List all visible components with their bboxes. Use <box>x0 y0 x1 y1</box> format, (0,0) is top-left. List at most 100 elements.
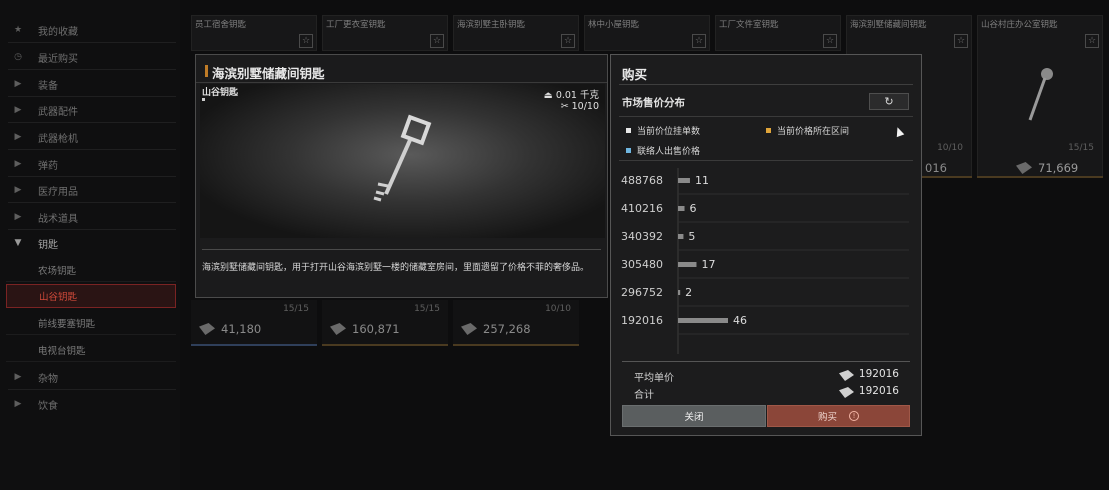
chart-data-label: 6 <box>690 202 697 215</box>
currency-icon <box>839 370 854 381</box>
chart-tick-label: 305480 <box>621 258 663 271</box>
close-button[interactable]: 关闭 <box>622 405 766 427</box>
currency-icon <box>1016 162 1032 174</box>
chevron-right-icon: ▶ <box>14 79 22 89</box>
legend-label: 当前价位挂单数 <box>637 127 701 137</box>
weight-icon: ⏏ <box>543 90 553 101</box>
buy-button-label: 购买 <box>817 412 837 423</box>
sidebar-item-misc[interactable]: ▶ 杂物 <box>8 365 176 389</box>
sidebar-item-attachments[interactable]: ▶ 武器配件 <box>8 98 176 122</box>
chart-bar <box>678 262 697 267</box>
star-icon[interactable]: ☆ <box>561 34 575 48</box>
sidebar-subitem-farm-keys[interactable]: 农场钥匙 <box>6 258 176 282</box>
star-icon[interactable]: ☆ <box>299 34 313 48</box>
category-sidebar: ★ 我的收藏 ◷ 最近购买 ▶ 装备 ▶ 武器配件 ▶ 武器枪机 ▶ 弹药 ▶ … <box>0 0 180 490</box>
sidebar-item-label: 弹药 <box>38 160 58 172</box>
legend-item-contact-price: 联络人出售价格 <box>626 144 700 157</box>
item-card-price: 016 <box>925 161 947 175</box>
sidebar-item-label: 饮食 <box>38 400 58 412</box>
buy-panel: 购买 市场售价分布 ↻ 当前价位挂单数 当前价格所在区间 联络人出售价格 488… <box>610 54 922 436</box>
item-card-footer[interactable]: 10/10 257,268 <box>453 300 579 346</box>
chart-tick-label: 340392 <box>621 230 663 243</box>
sidebar-subitem-tv-station-keys[interactable]: 电视台钥匙 <box>6 338 176 362</box>
sidebar-subitem-fortress-keys[interactable]: 前线要塞钥匙 <box>6 311 176 335</box>
divider <box>8 202 176 203</box>
sidebar-item-label: 武器枪机 <box>38 133 78 145</box>
chevron-right-icon: ▶ <box>14 399 22 409</box>
divider <box>622 361 910 362</box>
sidebar-item-keys[interactable]: ▼ 钥匙 <box>8 231 176 255</box>
divider <box>8 122 176 123</box>
market-title: 市场售价分布 <box>622 97 685 109</box>
sidebar-subitem-label: 电视台钥匙 <box>38 345 86 357</box>
sidebar-subitem-valley-keys[interactable]: 山谷钥匙 <box>6 284 176 308</box>
clock-icon: ◷ <box>14 52 22 62</box>
star-icon: ★ <box>13 25 23 35</box>
avg-price-label: 平均单价 <box>634 373 674 384</box>
item-card[interactable]: 工厂文件室钥匙 ☆ <box>715 15 841 51</box>
chart-data-label: 2 <box>685 286 692 299</box>
item-description: 海滨别墅储藏间钥匙，用于打开山谷海滨别墅一楼的储藏室房间，里面遗留了价格不菲的奢… <box>202 263 590 273</box>
item-card-footer[interactable]: 15/15 160,871 <box>322 300 448 346</box>
sidebar-item-label: 装备 <box>38 80 58 92</box>
divider <box>8 42 176 43</box>
item-card[interactable]: 工厂更衣室钥匙 ☆ <box>322 15 448 51</box>
item-card-price: 71,669 <box>1038 161 1079 175</box>
chevron-right-icon: ▶ <box>14 185 22 195</box>
item-card[interactable]: 海滨别墅主卧钥匙 ☆ <box>453 15 579 51</box>
sidebar-item-favorites[interactable]: ★ 我的收藏 <box>8 18 176 42</box>
refresh-button[interactable]: ↻ <box>869 93 909 110</box>
item-card[interactable]: 员工宿舍钥匙 ☆ <box>191 15 317 51</box>
sidebar-item-medical[interactable]: ▶ 医疗用品 <box>8 178 176 202</box>
sidebar-item-guns[interactable]: ▶ 武器枪机 <box>8 125 176 149</box>
detail-title: 海滨别墅储藏间钥匙 <box>212 66 325 81</box>
sidebar-item-label: 钥匙 <box>38 239 58 251</box>
chevron-right-icon: ▶ <box>14 372 22 382</box>
item-card-name: 海滨别墅储藏间钥匙 <box>850 20 927 30</box>
divider <box>8 149 176 150</box>
star-icon[interactable]: ☆ <box>823 34 837 48</box>
star-icon[interactable]: ☆ <box>692 34 706 48</box>
star-icon[interactable]: ☆ <box>954 34 968 48</box>
chart-data-label: 46 <box>733 314 747 327</box>
legend-swatch <box>626 148 631 153</box>
item-card-price: 41,180 <box>221 322 262 336</box>
item-card-footer[interactable]: 15/15 41,180 <box>191 300 317 346</box>
price-distribution-chart: 488768 11 410216 6 340392 5 305480 17 296752 2 192… <box>621 168 909 354</box>
sidebar-item-label: 杂物 <box>38 373 58 385</box>
divider <box>8 229 176 230</box>
chevron-right-icon: ▶ <box>14 212 22 222</box>
item-card-durability: 10/10 <box>545 304 571 314</box>
chart-data-label: 17 <box>701 258 715 271</box>
item-card-price: 257,268 <box>483 322 531 336</box>
item-category: 山谷钥匙 <box>202 88 239 98</box>
item-durability-value: 10/10 <box>571 101 599 112</box>
item-card-name: 山谷村庄办公室钥匙 <box>981 20 1058 30</box>
star-icon[interactable]: ☆ <box>430 34 444 48</box>
sidebar-item-equipment[interactable]: ▶ 装备 <box>8 72 176 96</box>
item-durability: ✂ 10/10 <box>561 101 599 112</box>
sidebar-subitem-label: 农场钥匙 <box>38 265 77 277</box>
chevron-right-icon: ▶ <box>14 159 22 169</box>
item-card-durability: 10/10 <box>937 143 963 153</box>
sidebar-item-food[interactable]: ▶ 饮食 <box>8 392 176 416</box>
star-icon[interactable]: ☆ <box>1085 34 1099 48</box>
sidebar-item-recent[interactable]: ◷ 最近购买 <box>8 45 176 69</box>
buy-button[interactable]: 购买 ! <box>767 405 910 427</box>
sidebar-subitem-label: 前线要塞钥匙 <box>38 318 96 330</box>
item-card-name: 员工宿舍钥匙 <box>195 20 247 30</box>
item-card[interactable]: 林中小屋钥匙 ☆ <box>584 15 710 51</box>
detail-title-bar: 海滨别墅储藏间钥匙 <box>196 55 607 83</box>
item-card-durability: 15/15 <box>283 304 309 314</box>
sidebar-item-tactical[interactable]: ▶ 战术道具 <box>8 205 176 229</box>
divider <box>202 249 601 250</box>
chart-tick-label: 488768 <box>621 174 663 187</box>
divider <box>619 84 913 85</box>
chart-bar <box>678 178 690 183</box>
item-artwork <box>200 84 605 238</box>
sidebar-item-ammo[interactable]: ▶ 弹药 <box>8 152 176 176</box>
refresh-icon: ↻ <box>884 95 894 108</box>
chevron-right-icon: ▶ <box>14 132 22 142</box>
item-card[interactable]: 山谷村庄办公室钥匙 ☆ 15/15 71,669 <box>977 15 1103 177</box>
divider <box>8 389 176 390</box>
